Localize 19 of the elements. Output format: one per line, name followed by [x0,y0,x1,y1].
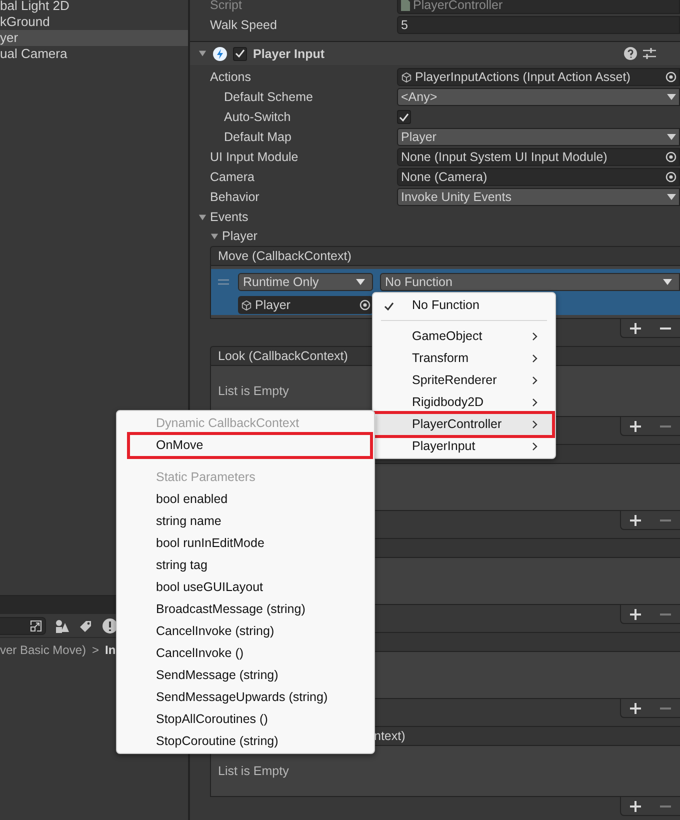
event-title: Move (CallbackContext) [218,249,352,263]
empty-list-text: List is Empty [218,764,289,778]
property-label: Camera [210,170,256,184]
property-label: Default Scheme [224,90,314,104]
property-label: Script [210,0,243,12]
script-field: PlayerController [397,0,680,14]
property-label: Behavior [210,190,260,204]
property-label: Default Map [224,130,292,144]
menu-heading: Static Parameters [155,469,256,486]
property-label: Actions [210,70,252,84]
event-title: Look (CallbackContext) [218,349,348,363]
property-label: Auto-Switch [224,110,292,124]
property-label: Walk Speed [210,18,278,32]
breadcrumb-separator: > [92,643,100,657]
empty-list-text: List is Empty [218,384,289,398]
property-label: UI Input Module [210,150,300,164]
component-title: Player Input [253,46,326,60]
menu-heading: Dynamic CallbackContext [155,415,300,432]
event-title: ntext) [374,729,406,743]
